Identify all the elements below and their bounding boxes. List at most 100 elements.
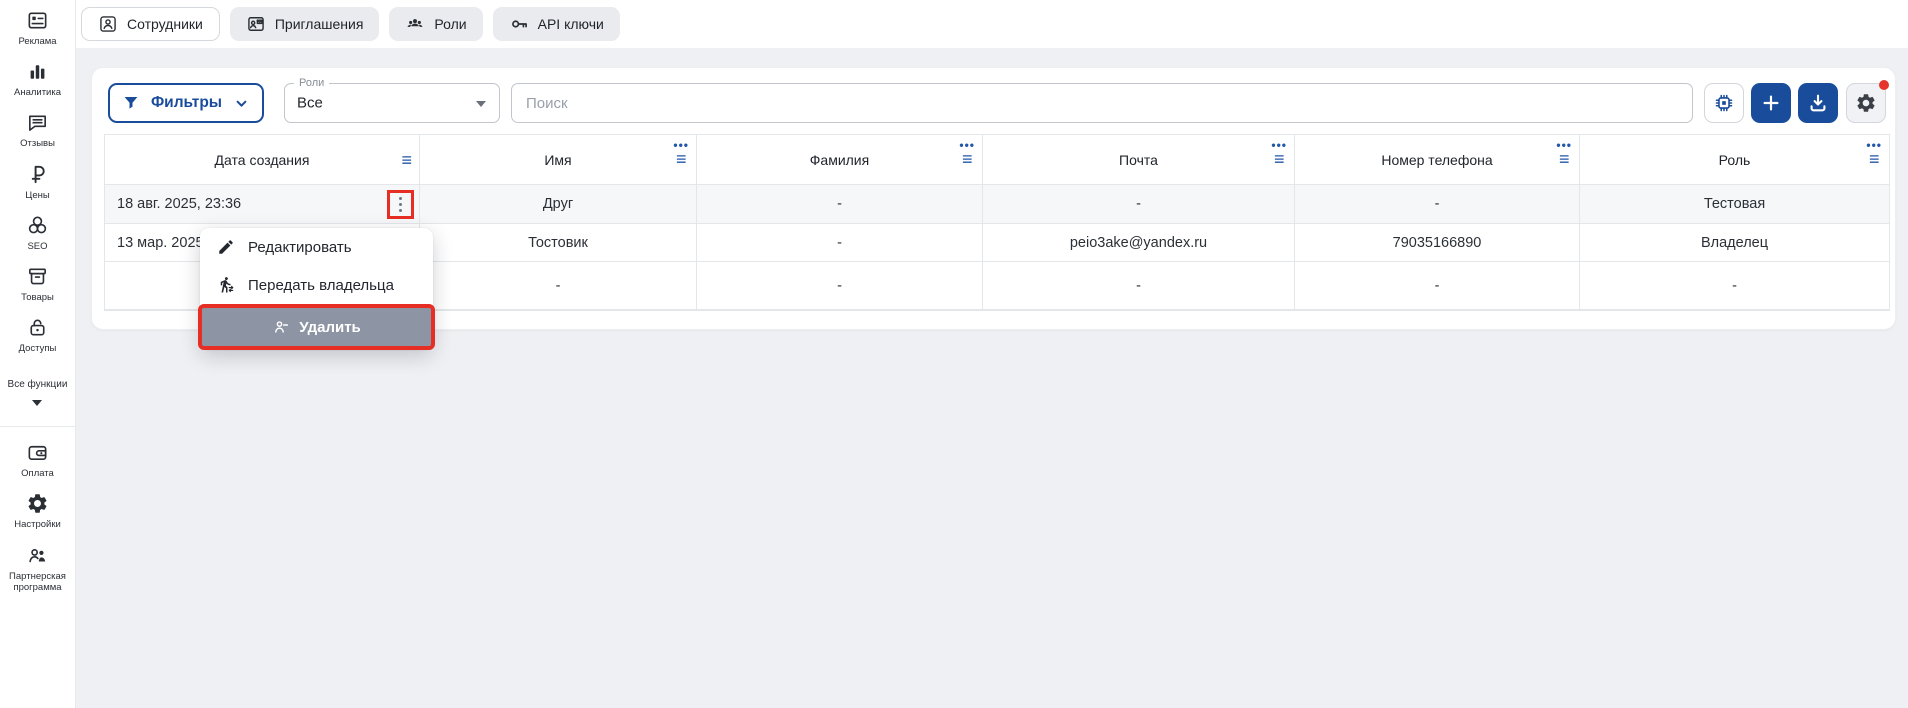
column-menu[interactable]: ••• ≡ <box>1556 140 1572 167</box>
roles-select[interactable]: Роли Все <box>284 83 500 123</box>
menu-item-label: Передать владельца <box>248 277 394 294</box>
notification-dot <box>1879 80 1889 90</box>
download-icon <box>1807 92 1829 114</box>
tab-label: Сотрудники <box>127 16 203 32</box>
search-input[interactable] <box>512 84 1692 122</box>
column-lines-icon[interactable]: ≡ <box>1559 151 1570 167</box>
column-menu[interactable]: ≡ <box>401 152 412 168</box>
invitation-badge-icon <box>246 14 266 34</box>
column-lines-icon[interactable]: ≡ <box>1869 151 1880 167</box>
column-header-role[interactable]: Роль ••• ≡ <box>1580 135 1889 185</box>
table-cell: - <box>1295 262 1580 310</box>
api-key-icon <box>509 14 529 34</box>
sidebar-item-reviews[interactable]: Отзывы <box>0 111 75 149</box>
sidebar-item-analytics[interactable]: Аналитика <box>0 60 75 98</box>
menu-item-edit[interactable]: Редактировать <box>200 228 433 266</box>
column-header-phone[interactable]: Номер телефона ••• ≡ <box>1295 135 1580 185</box>
search-field <box>511 83 1693 123</box>
sidebar-item-prices[interactable]: Цены <box>0 163 75 201</box>
sidebar-item-products[interactable]: Товары <box>0 265 75 303</box>
table-cell: - <box>983 185 1295 224</box>
chevron-down-icon <box>32 400 42 406</box>
plus-icon <box>1760 92 1782 114</box>
app-root: { "sidebar": { "items": [ {"label": "Рек… <box>0 0 1908 708</box>
all-functions-label: Все функции <box>6 379 70 391</box>
table-cell: 79035166890 <box>1295 224 1580 262</box>
select-caret-icon <box>476 101 486 107</box>
sidebar-divider <box>0 426 76 427</box>
tab-invitations[interactable]: Приглашения <box>230 7 380 41</box>
integration-chip-button[interactable] <box>1704 83 1744 123</box>
filters-button-label: Фильтры <box>151 94 222 112</box>
sidebar-item-label: Доступы <box>17 343 59 354</box>
column-menu[interactable]: ••• ≡ <box>959 140 975 167</box>
tab-label: Приглашения <box>275 16 364 32</box>
reviews-icon <box>26 111 49 134</box>
sidebar-item-seo[interactable]: SEO <box>0 214 75 252</box>
column-header-surname[interactable]: Фамилия ••• ≡ <box>697 135 983 185</box>
tab-employees[interactable]: Сотрудники <box>81 7 220 41</box>
filters-button[interactable]: Фильтры <box>108 83 264 123</box>
column-lines-icon[interactable]: ≡ <box>401 152 412 168</box>
sidebar: Реклама Аналитика Отзывы Цены SEO <box>0 0 76 708</box>
menu-item-transfer-owner[interactable]: Передать владельца <box>200 266 433 304</box>
column-header-email[interactable]: Почта ••• ≡ <box>983 135 1295 185</box>
column-lines-icon[interactable]: ≡ <box>676 151 687 167</box>
table-cell: - <box>697 185 983 224</box>
partner-program-icon <box>26 544 49 567</box>
sidebar-item-partner-program[interactable]: Партнерская программа <box>0 544 75 593</box>
sidebar-item-ads[interactable]: Реклама <box>0 9 75 47</box>
table-cell: Друг <box>420 185 697 224</box>
sidebar-item-label: Партнерская программа <box>0 571 75 593</box>
sidebar-item-access[interactable]: Доступы <box>0 316 75 354</box>
column-lines-icon[interactable]: ≡ <box>962 151 973 167</box>
pencil-icon <box>217 238 235 256</box>
sidebar-item-label: Оплата <box>19 468 56 479</box>
table-cell: - <box>697 262 983 310</box>
table-cell: 18 авг. 2025, 23:36 <box>105 185 420 224</box>
sidebar-item-label: Реклама <box>16 36 58 47</box>
sidebar-item-label: Товары <box>19 292 56 303</box>
transfer-owner-icon <box>217 276 235 294</box>
analytics-icon <box>26 60 49 83</box>
roles-group-icon <box>405 14 425 34</box>
menu-item-label: Удалить <box>299 319 361 336</box>
table-cell: Тестовая <box>1580 185 1889 224</box>
table-cell: - <box>420 262 697 310</box>
column-menu[interactable]: ••• ≡ <box>1866 140 1882 167</box>
sidebar-item-label: Цены <box>23 190 51 201</box>
settings-gear-icon <box>26 492 49 515</box>
sidebar-item-payment[interactable]: Оплата <box>0 441 75 479</box>
tab-strip: Сотрудники Приглашения Роли API ключи <box>76 0 1908 48</box>
table-cell: Тостовик <box>420 224 697 262</box>
table-settings-button[interactable] <box>1846 83 1886 123</box>
column-header-created[interactable]: Дата создания ≡ <box>105 135 420 185</box>
menu-item-delete annotation-delete-highlight[interactable]: Удалить <box>198 304 435 350</box>
table-cell: peio3ake@yandex.ru <box>983 224 1295 262</box>
sidebar-item-settings[interactable]: Настройки <box>0 492 75 530</box>
table-cell: Владелец <box>1580 224 1889 262</box>
tab-api-keys[interactable]: API ключи <box>493 7 620 41</box>
person-remove-icon <box>272 318 290 336</box>
menu-item-label: Редактировать <box>248 239 352 256</box>
gear-icon <box>1855 92 1877 114</box>
add-button[interactable] <box>1751 83 1791 123</box>
prices-ruble-icon <box>26 163 49 186</box>
column-menu[interactable]: ••• ≡ <box>673 140 689 167</box>
column-lines-icon[interactable]: ≡ <box>1274 151 1285 167</box>
table-cell: - <box>1295 185 1580 224</box>
sidebar-item-label: Аналитика <box>12 87 63 98</box>
ads-icon <box>26 9 49 32</box>
sidebar-item-label: SEO <box>25 241 49 252</box>
tab-label: API ключи <box>538 16 604 32</box>
column-menu[interactable]: ••• ≡ <box>1271 140 1287 167</box>
sidebar-item-label: Отзывы <box>18 138 57 149</box>
row-actions-kebab-button[interactable] <box>397 195 404 214</box>
tab-roles[interactable]: Роли <box>389 7 482 41</box>
row-context-menu: Редактировать Передать владельца Удалить <box>200 228 433 350</box>
access-lock-icon <box>26 316 49 339</box>
funnel-icon <box>122 94 140 112</box>
column-header-name[interactable]: Имя ••• ≡ <box>420 135 697 185</box>
export-download-button[interactable] <box>1798 83 1838 123</box>
sidebar-all-functions[interactable]: Все функции <box>6 379 70 406</box>
